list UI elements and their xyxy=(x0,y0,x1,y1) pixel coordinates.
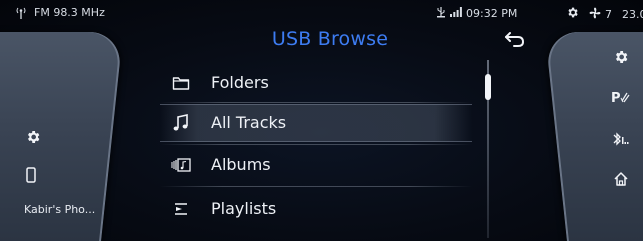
fan-icon xyxy=(589,7,601,22)
phone-name-label[interactable]: Kabir's Pho... xyxy=(24,203,95,216)
back-button[interactable] xyxy=(500,28,530,54)
list-item-label: Albums xyxy=(211,155,271,174)
playlist-icon xyxy=(171,199,191,219)
radio-status[interactable]: FM 98.3 MHz xyxy=(14,6,105,19)
list-item-all-tracks[interactable]: All Tracks xyxy=(160,104,472,142)
svg-text:P: P xyxy=(611,91,621,105)
folder-icon xyxy=(171,73,191,93)
smartphone-icon xyxy=(26,167,36,187)
home-icon xyxy=(613,171,629,191)
gear-icon xyxy=(613,49,629,69)
list-item-label: Folders xyxy=(211,73,269,92)
gear-icon xyxy=(25,129,41,149)
radio-antenna-icon xyxy=(14,7,28,19)
page-title: USB Browse xyxy=(271,28,389,50)
phone-device-button[interactable] xyxy=(24,167,38,187)
radio-frequency: FM 98.3 MHz xyxy=(34,6,105,19)
right-settings-button[interactable] xyxy=(612,50,630,68)
list-item-folders[interactable]: Folders xyxy=(160,64,472,102)
music-note-icon xyxy=(171,113,191,133)
album-icon xyxy=(171,155,191,175)
bluetooth-icon xyxy=(612,131,630,151)
status-bar: FM 98.3 MHz 09:32 PM 7 23. xyxy=(0,0,643,28)
climate-status[interactable]: 7 23.0°C xyxy=(566,6,643,22)
divider xyxy=(160,186,472,187)
bluetooth-button[interactable] xyxy=(611,132,631,150)
scrollbar-thumb[interactable] xyxy=(485,74,491,100)
signal-icon xyxy=(450,7,462,20)
infotainment-screen: FM 98.3 MHz 09:32 PM 7 23. USB Browse Ka… xyxy=(0,0,643,241)
list-item-playlists[interactable]: Playlists xyxy=(160,190,472,228)
phone-status: 09:32 PM xyxy=(436,6,517,21)
divider xyxy=(160,144,472,145)
fan-speed: 7 xyxy=(605,7,612,21)
clock-time: 09:32 PM xyxy=(466,7,518,20)
list-item-label: All Tracks xyxy=(211,113,287,132)
divider xyxy=(160,102,472,103)
list-item-label: Playlists xyxy=(211,199,277,218)
parking-assist-button[interactable]: P xyxy=(610,90,630,108)
usb-icon xyxy=(436,6,446,21)
left-settings-button[interactable] xyxy=(24,130,42,148)
back-arrow-icon xyxy=(504,30,526,52)
temperature: 23.0°C xyxy=(622,7,643,21)
parking-sensor-icon: P xyxy=(610,89,630,109)
list-item-albums[interactable]: Albums xyxy=(160,146,472,184)
home-button[interactable] xyxy=(612,172,630,190)
settings-gear-icon xyxy=(566,6,579,22)
